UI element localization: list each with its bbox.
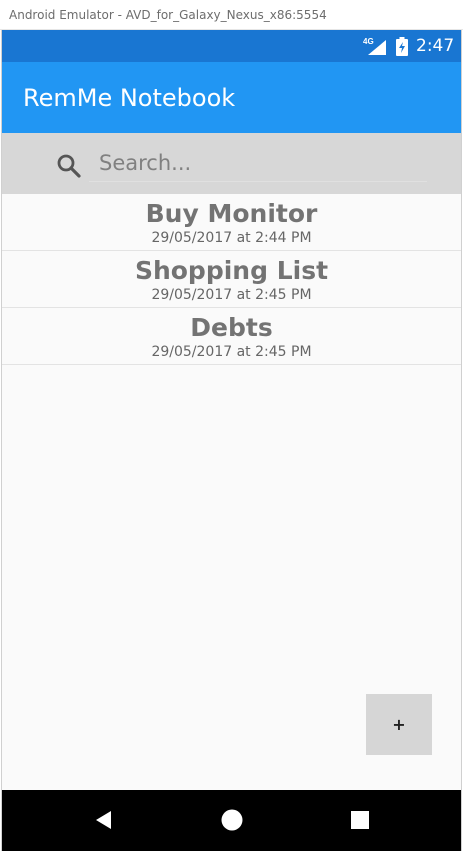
note-date: 29/05/2017 at 2:44 PM: [151, 230, 312, 246]
app-bar: RemMe Notebook: [2, 62, 461, 133]
note-title: Shopping List: [134, 256, 329, 285]
note-list: Buy Monitor 29/05/2017 at 2:44 PM Shoppi…: [2, 194, 461, 365]
search-input[interactable]: [89, 144, 427, 182]
battery-charging-icon: [396, 37, 408, 56]
device-screen: 4G 2:47 RemMe Notebook Buy Monitor 29/05…: [1, 30, 462, 851]
search-icon[interactable]: [56, 153, 82, 179]
note-list-item[interactable]: Debts 29/05/2017 at 2:45 PM: [2, 308, 461, 365]
status-clock: 2:47: [416, 36, 455, 56]
add-note-button[interactable]: +: [366, 694, 432, 755]
search-bar: [2, 133, 461, 194]
note-date: 29/05/2017 at 2:45 PM: [151, 287, 312, 303]
recents-icon[interactable]: [347, 807, 373, 833]
signal-icon: [368, 40, 386, 55]
note-list-item[interactable]: Buy Monitor 29/05/2017 at 2:44 PM: [2, 194, 461, 251]
app-title: RemMe Notebook: [23, 84, 236, 112]
emulator-window-title: Android Emulator - AVD_for_Galaxy_Nexus_…: [9, 8, 327, 22]
note-title: Buy Monitor: [145, 199, 318, 228]
back-icon[interactable]: [91, 807, 117, 833]
home-icon[interactable]: [219, 807, 245, 833]
note-title: Debts: [190, 313, 273, 342]
emulator-title-bar: Android Emulator - AVD_for_Galaxy_Nexus_…: [0, 0, 463, 30]
status-bar: 4G 2:47: [2, 30, 461, 62]
note-date: 29/05/2017 at 2:45 PM: [151, 344, 312, 360]
navigation-bar: [2, 790, 461, 851]
note-list-item[interactable]: Shopping List 29/05/2017 at 2:45 PM: [2, 251, 461, 308]
